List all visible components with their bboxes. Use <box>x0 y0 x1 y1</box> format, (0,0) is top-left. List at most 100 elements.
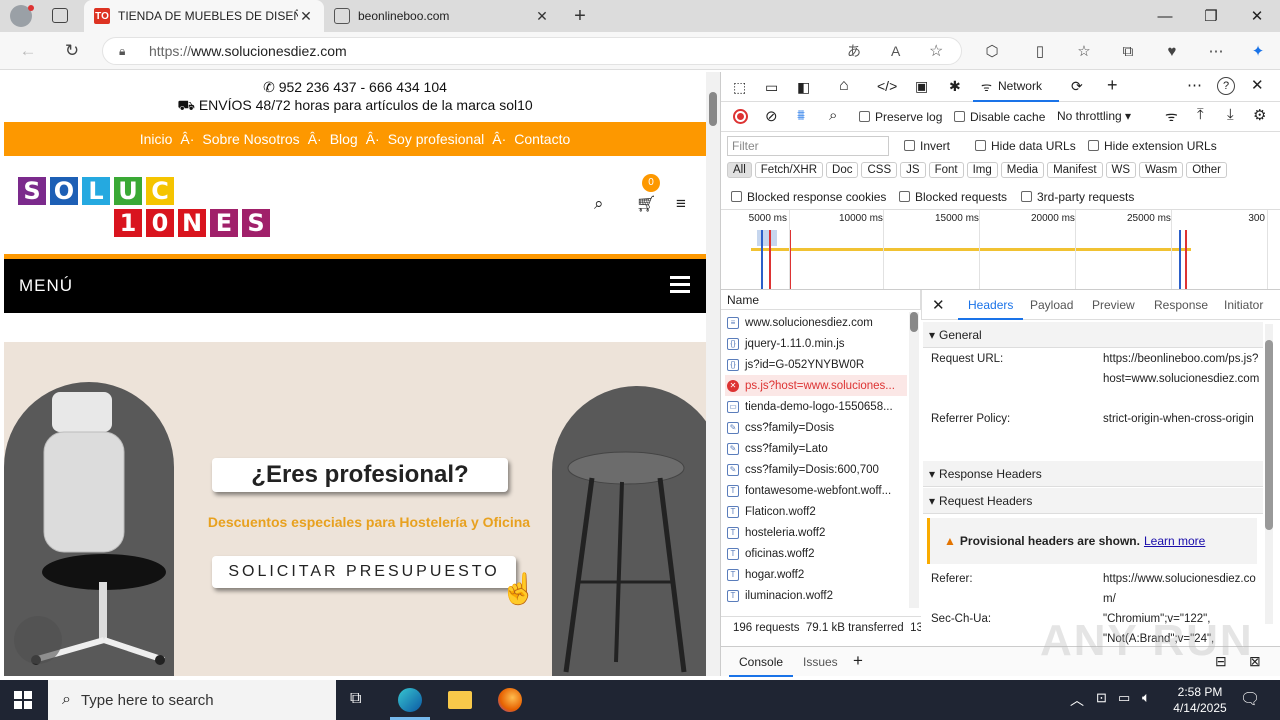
request-row[interactable]: ✕ ps.js?host=www.soluciones... <box>725 375 907 396</box>
dock-icon[interactable]: ◧ <box>797 79 810 96</box>
menu-bar[interactable]: MENÚ <box>4 256 706 313</box>
type-filter-all[interactable]: All <box>727 162 752 178</box>
split-screen-icon[interactable]: ▯ <box>1028 40 1052 62</box>
export-har-icon[interactable]: ⤓ <box>1227 106 1234 123</box>
tab-preview[interactable]: Preview <box>1092 298 1135 312</box>
type-filter-doc[interactable]: Doc <box>826 162 859 178</box>
devtools-more-icon[interactable]: ⋯ <box>1187 76 1202 94</box>
copilot-icon[interactable]: ✦ <box>1246 40 1270 62</box>
detail-scrollbar[interactable] <box>1265 324 1273 624</box>
file-explorer-icon[interactable] <box>448 691 472 709</box>
collections-icon[interactable]: ⧉ <box>1116 40 1140 62</box>
device-icon[interactable]: ▭ <box>765 79 778 96</box>
nav-link-blog[interactable]: Blog <box>330 131 358 147</box>
request-row[interactable]: {} js?id=G-052YNYBW0R <box>725 354 907 375</box>
clock[interactable]: 2:58 PM 4/14/2025 <box>1164 684 1236 716</box>
performance-icon[interactable]: ♥ <box>1160 40 1184 62</box>
request-row[interactable]: ≡ www.solucionesdiez.com <box>725 312 907 333</box>
request-row[interactable]: ▭ tienda-demo-logo-1550658... <box>725 396 907 417</box>
tab-close-icon[interactable]: ✕ <box>298 8 314 25</box>
favorite-star-icon[interactable]: ☆ <box>929 41 943 61</box>
tab-active[interactable]: TO TIENDA DE MUEBLES DE DISEÑO ✕ <box>84 0 324 32</box>
filter-icon[interactable]: ⩩ <box>797 107 805 124</box>
request-row[interactable]: Thogar.woff2 <box>725 564 907 585</box>
request-row[interactable]: Thosteleria.woff2 <box>725 522 907 543</box>
invert-checkbox[interactable]: Invert <box>904 139 950 153</box>
add-tool-icon[interactable]: + <box>1107 75 1118 96</box>
hamburger-icon[interactable]: ≡ <box>676 194 686 214</box>
timeline-overview[interactable]: 5000 ms 10000 ms 15000 ms 20000 ms 25000 ms 3… <box>721 210 1280 290</box>
more-menu-icon[interactable]: ⋯ <box>1204 40 1228 62</box>
help-icon[interactable]: ? <box>1217 77 1235 95</box>
close-devtools-icon[interactable]: ✕ <box>1251 76 1264 94</box>
import-har-icon[interactable]: ⤒ <box>1197 106 1204 123</box>
console-icon[interactable]: ▣ <box>915 78 928 95</box>
third-party-checkbox[interactable]: 3rd-party requests <box>1021 190 1134 204</box>
search-icon[interactable]: ⌕ <box>594 194 604 214</box>
learn-more-link[interactable]: Learn more <box>1144 534 1205 548</box>
name-column-header[interactable]: Name <box>721 290 921 310</box>
type-filter-css[interactable]: CSS <box>861 162 898 178</box>
new-tab-button[interactable]: + <box>568 4 592 28</box>
sources-bug-icon[interactable]: ✱ <box>949 78 961 95</box>
nav-link-sobre[interactable]: Sobre Nosotros <box>202 131 299 147</box>
hide-data-urls-checkbox[interactable]: Hide data URLs <box>975 139 1076 153</box>
record-icon[interactable] <box>733 109 748 124</box>
tab-headers[interactable]: Headers <box>958 290 1024 320</box>
tray-chevron-icon[interactable]: ︿ <box>1070 690 1084 710</box>
edge-taskbar-icon[interactable] <box>398 688 422 712</box>
task-view-icon[interactable]: ⧉ <box>350 690 361 708</box>
general-section-header[interactable]: ▾ General <box>923 322 1263 348</box>
type-filter-img[interactable]: Img <box>966 162 998 178</box>
reload-button[interactable]: ↻ <box>58 38 86 64</box>
request-row[interactable]: ✎ css?family=Lato <box>725 438 907 459</box>
throttling-select[interactable]: No throttling ▾ <box>1057 109 1131 123</box>
volume-icon[interactable]: 🔈︎ <box>1142 689 1150 706</box>
clear-icon[interactable]: ⊘ <box>765 107 778 125</box>
page-scrollbar[interactable] <box>706 72 720 676</box>
preserve-log-checkbox[interactable]: Preserve log <box>859 110 942 124</box>
request-row[interactable]: ✎ css?family=Dosis <box>725 417 907 438</box>
type-filter-ws[interactable]: WS <box>1105 162 1137 178</box>
close-detail-icon[interactable]: ✕ <box>932 296 945 314</box>
cart-icon[interactable]: 🛒︎ <box>636 194 656 214</box>
blocked-cookies-checkbox[interactable]: Blocked response cookies <box>731 190 886 204</box>
slider-control-icon[interactable] <box>14 616 62 664</box>
windows-start-icon[interactable] <box>14 691 32 709</box>
network-settings-icon[interactable]: ⚙ <box>1253 106 1266 124</box>
minimize-button[interactable]: — <box>1142 0 1188 32</box>
type-filter-other[interactable]: Other <box>1186 162 1227 178</box>
inspect-icon[interactable]: ⬚ <box>733 79 746 96</box>
nav-link-profesional[interactable]: Soy profesional <box>388 131 485 147</box>
type-filter-font[interactable]: Font <box>928 162 964 178</box>
extensions-icon[interactable]: ⬡ <box>980 40 1004 62</box>
type-filter-wasm[interactable]: Wasm <box>1139 162 1184 178</box>
address-bar[interactable]: 🔒︎ https://www.solucionesdiez.com あ A ☆ <box>102 37 962 65</box>
disable-cache-checkbox[interactable]: Disable cache <box>954 110 1045 124</box>
tray-app-icon[interactable]: ⊡ <box>1096 690 1107 706</box>
network-tray-icon[interactable]: ▭ <box>1118 690 1130 706</box>
tab-initiator[interactable]: Initiator <box>1224 298 1263 312</box>
network-conditions-icon[interactable]: ᯤ <box>1165 107 1178 126</box>
filter-input[interactable]: Filter <box>727 136 889 156</box>
maximize-button[interactable]: ❐ <box>1188 0 1234 32</box>
add-drawer-tab-icon[interactable]: + <box>853 651 863 671</box>
welcome-home-icon[interactable]: ⌂ <box>839 77 849 95</box>
read-aloud-icon[interactable]: A <box>891 43 900 59</box>
tab-network[interactable]: ᯤ Network <box>973 72 1059 102</box>
favorites-icon[interactable]: ☆ <box>1072 40 1096 62</box>
tab-console[interactable]: Console <box>729 647 794 677</box>
performance-tab-icon[interactable]: ⟳ <box>1071 78 1083 95</box>
page-scroll-thumb[interactable] <box>709 92 717 126</box>
tab-response[interactable]: Response <box>1154 298 1208 312</box>
tab-actions-icon[interactable] <box>52 8 68 23</box>
type-filter-fetchxhr[interactable]: Fetch/XHR <box>754 162 824 178</box>
elements-icon[interactable]: </> <box>877 78 897 94</box>
type-filter-manifest[interactable]: Manifest <box>1047 162 1103 178</box>
tab-issues[interactable]: Issues <box>803 655 838 669</box>
firefox-icon[interactable] <box>498 688 522 712</box>
response-headers-section[interactable]: ▾ Response Headers <box>923 461 1263 487</box>
request-row[interactable]: T Flaticon.woff2 <box>725 501 907 522</box>
request-quote-button[interactable]: SOLICITAR PRESUPUESTO <box>212 556 516 588</box>
close-window-button[interactable]: ✕ <box>1234 0 1280 32</box>
